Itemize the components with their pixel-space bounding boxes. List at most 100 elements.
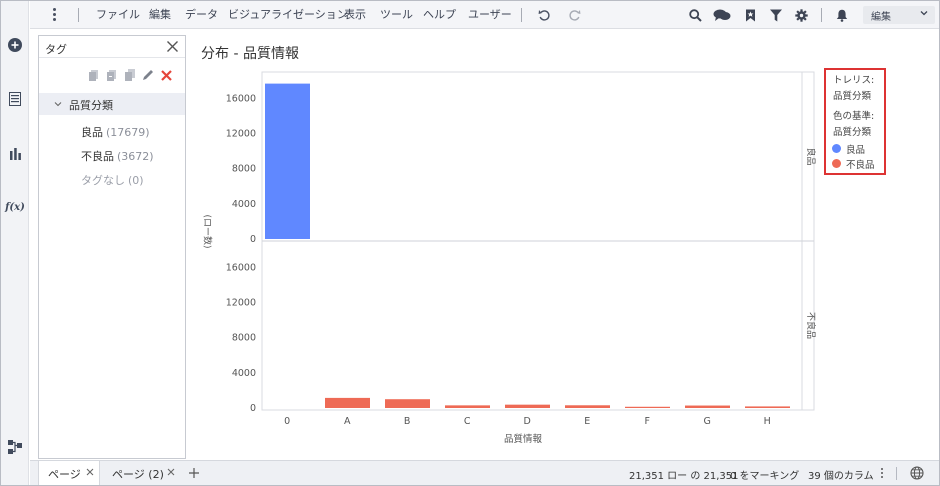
add-icon[interactable] — [5, 35, 25, 55]
tag-count: (0) — [128, 174, 144, 187]
menu-view[interactable]: 表示 — [344, 8, 366, 22]
tag-collection-row[interactable]: 品質分類 — [39, 93, 185, 115]
tag-item-good[interactable]: 良品 (17679) — [81, 124, 150, 140]
bookmark-icon[interactable] — [741, 6, 759, 24]
data-canvas-icon[interactable] — [5, 437, 25, 457]
mode-select[interactable]: 編集 — [863, 6, 935, 24]
close-icon[interactable] — [166, 40, 179, 53]
tag-collection-label: 品質分類 — [69, 99, 113, 112]
bar-defective-F[interactable] — [625, 406, 670, 408]
tags-panel-header: タグ — [39, 36, 185, 58]
y-tick-label: 4000 — [232, 368, 256, 379]
page-tab-label: ページ (2) — [112, 468, 164, 481]
bar-defective-G[interactable] — [685, 405, 730, 408]
left-rail: f(x) — [1, 1, 29, 485]
y-tick-label: 0 — [250, 403, 256, 414]
close-icon[interactable] — [85, 467, 95, 477]
legend-trellis-label: トレリス: — [833, 75, 875, 86]
menu-user[interactable]: ユーザー — [468, 8, 512, 22]
y-tick-label: 16000 — [226, 93, 256, 104]
x-tick-label: F — [644, 416, 649, 427]
y-tick-label: 8000 — [232, 164, 256, 175]
page-tab-2[interactable]: ページ (2) — [103, 461, 183, 485]
edit-tag-icon[interactable] — [141, 68, 155, 82]
tag-count: (3672) — [117, 150, 154, 163]
mode-select-label: 編集 — [871, 12, 891, 23]
trellis-strip-label[interactable]: 不良品 — [805, 312, 817, 339]
redo-icon[interactable] — [565, 6, 583, 24]
delete-tag-icon[interactable] — [159, 68, 173, 82]
main-menu-icon[interactable] — [52, 8, 58, 22]
y-tick-label: 8000 — [232, 333, 256, 344]
x-tick-label: B — [404, 416, 411, 427]
menu-separator — [821, 8, 822, 22]
status-menu-icon[interactable] — [880, 467, 884, 480]
add-page-icon[interactable] — [186, 465, 202, 481]
bar-defective-H[interactable] — [745, 406, 790, 408]
new-tag-collection-icon[interactable] — [87, 68, 101, 82]
marked-count: 0 をマーキング — [730, 471, 800, 482]
menu-help[interactable]: ヘルプ — [423, 8, 456, 22]
menu-bar: ファイル 編集 データ ビジュアライゼーション 表示 ツール ヘルプ ユーザー … — [30, 1, 939, 29]
menu-tools[interactable]: ツール — [380, 8, 413, 22]
menu-visualization[interactable]: ビジュアライゼーション — [228, 8, 348, 22]
tag-toolbar — [87, 68, 173, 82]
search-icon[interactable] — [686, 6, 704, 24]
tag-item-defective[interactable]: 不良品 (3672) — [81, 148, 154, 164]
chevron-down-icon — [920, 11, 928, 16]
y-tick-label: 16000 — [226, 262, 256, 273]
x-tick-label: E — [584, 416, 590, 427]
x-tick-label: D — [524, 416, 531, 427]
globe-icon[interactable] — [910, 466, 924, 480]
legend-swatch-good — [832, 144, 841, 153]
bar-defective-B[interactable] — [385, 399, 430, 408]
data-table-icon[interactable] — [5, 89, 25, 109]
menu-file[interactable]: ファイル — [96, 8, 140, 22]
status-separator — [896, 467, 897, 480]
legend[interactable]: トレリス: 品質分類 色の基準: 品質分類 良品 不良品 — [824, 68, 886, 175]
bar-defective-E[interactable] — [565, 405, 610, 408]
fx-icon[interactable]: f(x) — [5, 197, 25, 217]
x-tick-label: C — [464, 416, 471, 427]
bar-defective-D[interactable] — [505, 404, 550, 408]
x-tick-label: H — [764, 416, 771, 427]
legend-trellis-value: 品質分類 — [833, 91, 872, 102]
bar-defective-A[interactable] — [325, 397, 370, 408]
legend-entry-defective[interactable]: 不良品 — [846, 157, 875, 171]
bell-icon[interactable] — [833, 6, 851, 24]
tag-label: タグなし — [81, 174, 125, 187]
legend-swatch-defective — [832, 159, 841, 168]
chevron-down-icon[interactable] — [53, 99, 63, 109]
tag-count: (17679) — [106, 126, 150, 139]
tag-label: 不良品 — [81, 150, 114, 163]
tag-item-untagged[interactable]: タグなし (0) — [81, 172, 144, 188]
page-tab-1[interactable]: ページ — [38, 461, 100, 485]
tags-panel: タグ 品質分類 良品 (17679) 不良品 (3672) タグなし (0) — [38, 35, 186, 459]
filter-icon[interactable] — [767, 6, 785, 24]
y-tick-label: 12000 — [226, 298, 256, 309]
bar-chart[interactable]: 0 4000 8000 12000 16000 良品 0 4000 8000 12000 16000… — [190, 60, 830, 455]
x-tick-label: A — [344, 416, 351, 427]
x-tick-label: 0 — [284, 416, 290, 427]
copy-tag-icon[interactable] — [123, 68, 137, 82]
tags-panel-title: タグ — [45, 43, 67, 56]
x-axis-label[interactable]: 品質情報 — [504, 433, 543, 445]
bar-defective-C[interactable] — [445, 405, 490, 408]
trellis-strip-label[interactable]: 良品 — [805, 147, 817, 165]
menu-data[interactable]: データ — [185, 8, 218, 22]
legend-color-value: 品質分類 — [833, 127, 872, 138]
column-count: 39 個のカラム — [808, 471, 874, 482]
comment-icon[interactable] — [711, 6, 733, 24]
gear-icon[interactable] — [792, 6, 810, 24]
y-tick-label: 4000 — [232, 199, 256, 210]
legend-entry-good[interactable]: 良品 — [846, 142, 865, 156]
bar-good-0[interactable] — [265, 83, 310, 239]
visualization-icon[interactable] — [5, 143, 25, 163]
new-tag-icon[interactable] — [105, 68, 119, 82]
menu-edit[interactable]: 編集 — [149, 8, 171, 22]
legend-color-label: 色の基準: — [833, 111, 875, 122]
y-tick-label: 12000 — [226, 129, 256, 140]
menu-separator — [521, 8, 522, 22]
close-icon[interactable] — [166, 467, 176, 477]
undo-icon[interactable] — [535, 6, 553, 24]
